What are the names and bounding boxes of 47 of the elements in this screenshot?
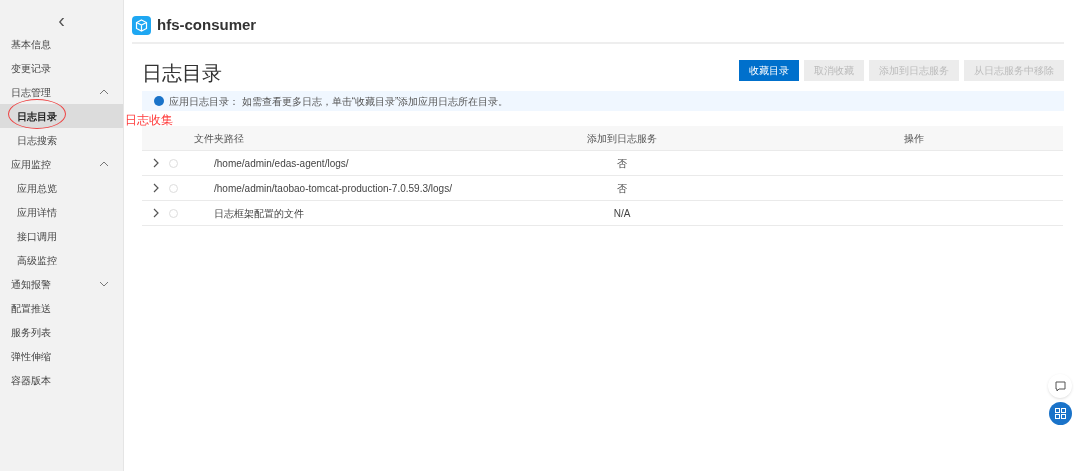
radio-button[interactable] — [169, 183, 178, 193]
nav-item[interactable]: 应用总览 — [0, 176, 123, 200]
chat-icon — [1054, 380, 1066, 392]
chevron-up-icon — [99, 161, 109, 167]
chevron-right-icon[interactable] — [153, 183, 159, 193]
table-cell: 否 — [617, 157, 627, 169]
chevron-right-icon[interactable] — [153, 158, 159, 168]
nav-item[interactable]: 日志搜索 — [0, 128, 123, 152]
nav-item[interactable]: 应用详情 — [0, 200, 123, 224]
info-icon — [154, 96, 164, 106]
cube-icon — [132, 15, 151, 35]
chevron-down-icon — [99, 281, 109, 287]
alert-text: 应用日志目录： 如需查看更多日志，单击“收藏目录”添加应用日志所在目录。 — [169, 94, 509, 109]
app-name: hfs-consumer — [157, 14, 257, 35]
annotation-text: 日志收集 — [125, 113, 173, 127]
nav-item[interactable]: 变更记录 — [0, 56, 123, 80]
nav-group-label: 日志管理 — [11, 85, 51, 100]
nav-item[interactable]: 配置推送 — [0, 296, 123, 320]
chevron-right-icon[interactable] — [153, 208, 159, 218]
nav-group-label: 通知报警 — [11, 277, 51, 292]
table-cell: /home/admin/edas-agent/logs/ — [214, 157, 349, 169]
radio-button[interactable] — [169, 208, 178, 218]
radio-button[interactable] — [169, 158, 178, 168]
table-cell: /home/admin/taobao-tomcat-production-7.0.59.3/logs/ — [214, 182, 452, 194]
nav-group[interactable]: 日志管理 — [0, 80, 123, 104]
nav-item[interactable]: 接口调用 — [0, 224, 123, 248]
column-header: 操作 — [903, 131, 925, 146]
nav-group[interactable]: 通知报警 — [0, 272, 123, 296]
table-cell: N/A — [613, 207, 631, 219]
nav-item[interactable]: 服务列表 — [0, 320, 123, 344]
chevron-up-icon — [99, 89, 109, 95]
nav-item[interactable]: 弹性伸缩 — [0, 344, 123, 368]
nav-item[interactable]: 日志目录 — [0, 104, 123, 128]
table-cell: 否 — [617, 182, 627, 194]
action-button[interactable]: 收藏目录 — [739, 59, 799, 81]
nav-item[interactable]: 容器版本 — [0, 368, 123, 392]
nav-item[interactable]: 基本信息 — [0, 32, 123, 56]
grid-icon — [1055, 408, 1066, 419]
nav-group-label: 应用监控 — [11, 157, 51, 172]
apps-button[interactable] — [1049, 402, 1072, 425]
collapse-icon[interactable]: ‹ — [58, 10, 65, 30]
nav-group[interactable]: 应用监控 — [0, 152, 123, 176]
page-title: 日志目录 — [142, 61, 222, 86]
table-cell: 日志框架配置的文件 — [214, 207, 304, 219]
column-header: 文件夹路径 — [194, 131, 245, 146]
nav-item[interactable]: 高级监控 — [0, 248, 123, 272]
column-header: 添加到日志服务 — [586, 131, 658, 146]
